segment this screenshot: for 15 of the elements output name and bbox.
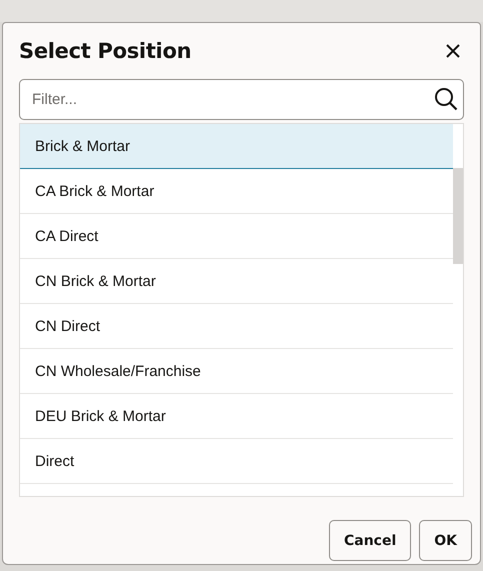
list-item[interactable]: CA Brick & Mortar bbox=[20, 169, 453, 214]
list-item[interactable]: CN Direct bbox=[20, 304, 453, 349]
list-item[interactable]: CA Direct bbox=[20, 214, 453, 259]
list-item[interactable]: DEU Brick & Mortar bbox=[20, 394, 453, 439]
list-item[interactable]: CN Wholesale/Franchise bbox=[20, 349, 453, 394]
list-item[interactable]: Direct bbox=[20, 439, 453, 484]
filter-field[interactable]: Filter... bbox=[19, 79, 464, 120]
search-icon[interactable] bbox=[434, 87, 458, 111]
list-item[interactable]: CN Brick & Mortar bbox=[20, 259, 453, 304]
dialog-title: Select Position bbox=[19, 39, 192, 63]
close-icon[interactable] bbox=[445, 43, 461, 59]
cancel-button[interactable]: Cancel bbox=[328, 520, 412, 561]
list-item[interactable]: Brick & Mortar bbox=[20, 124, 453, 169]
ok-button[interactable]: OK bbox=[419, 520, 472, 561]
scrollbar-thumb[interactable] bbox=[453, 168, 463, 264]
